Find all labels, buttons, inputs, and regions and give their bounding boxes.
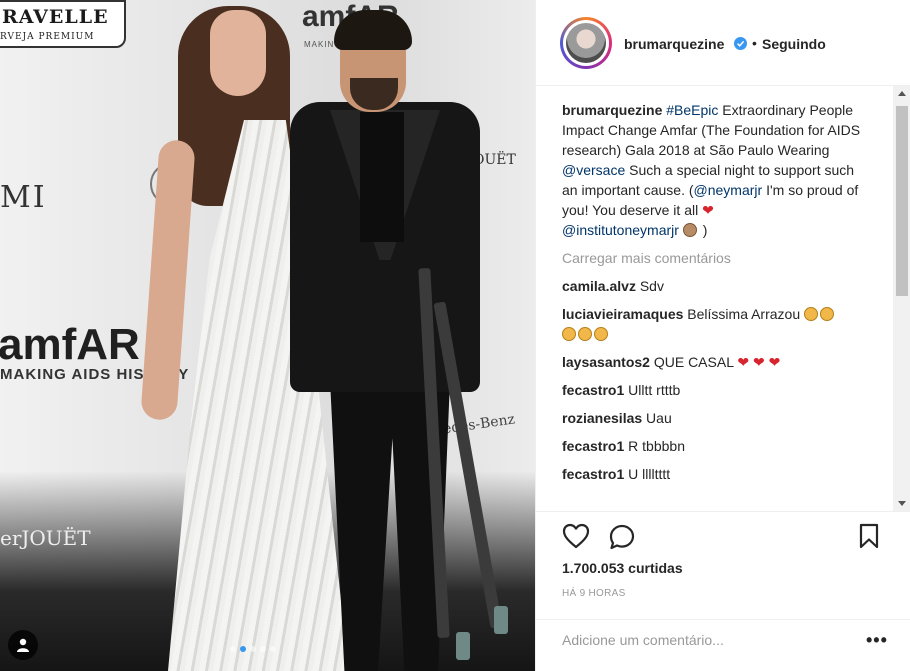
- comment-item: fecastro1 Ulltt rtttb: [562, 380, 872, 400]
- carousel-dot: [260, 646, 266, 652]
- comment-username[interactable]: rozianesilas: [562, 410, 642, 426]
- comment-icon[interactable]: [608, 523, 636, 551]
- post-timestamp[interactable]: HÁ 9 HORAS: [562, 588, 626, 599]
- post-header: brumarquezine • Seguindo: [536, 0, 910, 86]
- crutch-tip-left: [456, 632, 470, 660]
- backdrop-brand-subtext: RVEJA PREMIUM: [0, 32, 95, 42]
- caption-username[interactable]: brumarquezine: [562, 102, 662, 118]
- scroll-up-icon[interactable]: [898, 91, 906, 96]
- mention-institutoneymarjr[interactable]: @institutoneymarjr: [562, 222, 679, 238]
- clap-hands-emoji: [820, 307, 835, 321]
- mention-neymarjr[interactable]: @neymarjr: [694, 182, 763, 198]
- bookmark-icon[interactable]: [858, 523, 880, 549]
- clap-hands-emoji: [594, 327, 608, 341]
- comment-item: fecastro1 U lllltttt: [562, 464, 872, 484]
- comment-username[interactable]: camila.alvz: [562, 278, 636, 294]
- backdrop-mi-text: MI: [0, 180, 47, 215]
- comment-item: laysasantos2 QUE CASAL ❤ ❤ ❤: [562, 352, 872, 372]
- avatar[interactable]: [560, 17, 612, 69]
- carousel-dot: [230, 646, 236, 652]
- post-caption: brumarquezine #BeEpic Extraordinary Peop…: [562, 100, 872, 240]
- comment-text: Belíssima Arrazou: [687, 306, 801, 322]
- post-photo[interactable]: RAVELLE RVEJA PREMIUM amfAR MAKING MI r-…: [0, 0, 535, 671]
- comment-text: QUE CASAL: [653, 354, 734, 370]
- caption-text: ): [698, 222, 708, 238]
- comment-text: R tbbbbn: [628, 438, 685, 454]
- following-button[interactable]: Seguindo: [762, 36, 826, 52]
- post-side-panel: brumarquezine • Seguindo brumarquezine #…: [535, 0, 910, 671]
- heart-emoji: ❤: [702, 202, 714, 218]
- caption-hashtag[interactable]: #BeEpic: [666, 102, 718, 118]
- carousel-dot: [250, 646, 256, 652]
- clap-hands-emoji: [804, 307, 819, 321]
- verified-icon: [734, 37, 747, 50]
- woman-face: [210, 10, 266, 96]
- clap-hands-emoji: [682, 223, 697, 237]
- comment-text: Sdv: [639, 278, 664, 294]
- comment-item: camila.alvz Sdv: [562, 276, 872, 296]
- comment-username[interactable]: laysasantos2: [562, 354, 650, 370]
- man-shirt: [360, 112, 404, 242]
- clap-hands-emoji: [562, 327, 576, 341]
- comment-username[interactable]: fecastro1: [562, 382, 624, 398]
- comment-username[interactable]: fecastro1: [562, 466, 624, 482]
- backdrop-brand-text: RAVELLE: [2, 6, 109, 28]
- likes-count[interactable]: 1.700.053 curtidas: [562, 560, 683, 576]
- backdrop-brand-banner: RAVELLE RVEJA PREMIUM: [0, 0, 126, 48]
- more-options-button[interactable]: •••: [866, 630, 888, 651]
- backdrop-jouet-bottom: erJOUËT: [0, 526, 91, 550]
- comment-username[interactable]: luciavieiramaques: [562, 306, 683, 322]
- carousel-dot: [270, 646, 276, 652]
- post-actions: 1.700.053 curtidas HÁ 9 HORAS: [536, 511, 910, 619]
- comment-text: U lllltttt: [628, 466, 671, 482]
- comment-item: fecastro1 R tbbbbn: [562, 436, 872, 456]
- comment-item: luciavieiramaques Belíssima Arrazou: [562, 304, 872, 344]
- add-comment-input[interactable]: Adicione um comentário...: [562, 632, 724, 648]
- heart-emoji: ❤ ❤ ❤: [737, 354, 781, 370]
- comment-text: Uau: [646, 410, 672, 426]
- add-comment-bar: Adicione um comentário... •••: [536, 619, 910, 671]
- carousel-dot: [240, 646, 246, 652]
- load-more-comments-button[interactable]: Carregar mais comentários: [562, 250, 893, 266]
- comment-item: rozianesilas Uau: [562, 408, 872, 428]
- comments-list[interactable]: brumarquezine #BeEpic Extraordinary Peop…: [536, 86, 893, 511]
- comment-username[interactable]: fecastro1: [562, 438, 624, 454]
- header-username[interactable]: brumarquezine: [624, 36, 724, 52]
- header-separator: •: [752, 35, 757, 51]
- mention-versace[interactable]: @versace: [562, 162, 625, 178]
- heart-icon[interactable]: [562, 523, 590, 549]
- comments-scrollbar[interactable]: [893, 86, 910, 511]
- carousel-indicator: [230, 646, 276, 652]
- backdrop-amfar-logo-large: amfAR: [0, 320, 140, 369]
- tag-user-icon[interactable]: [8, 630, 38, 660]
- crutch-tip-right: [494, 606, 508, 634]
- clap-hands-emoji: [578, 327, 592, 341]
- comment-text: Ulltt rtttb: [628, 382, 681, 398]
- scrollbar-thumb[interactable]: [896, 106, 908, 296]
- scroll-down-icon[interactable]: [898, 501, 906, 506]
